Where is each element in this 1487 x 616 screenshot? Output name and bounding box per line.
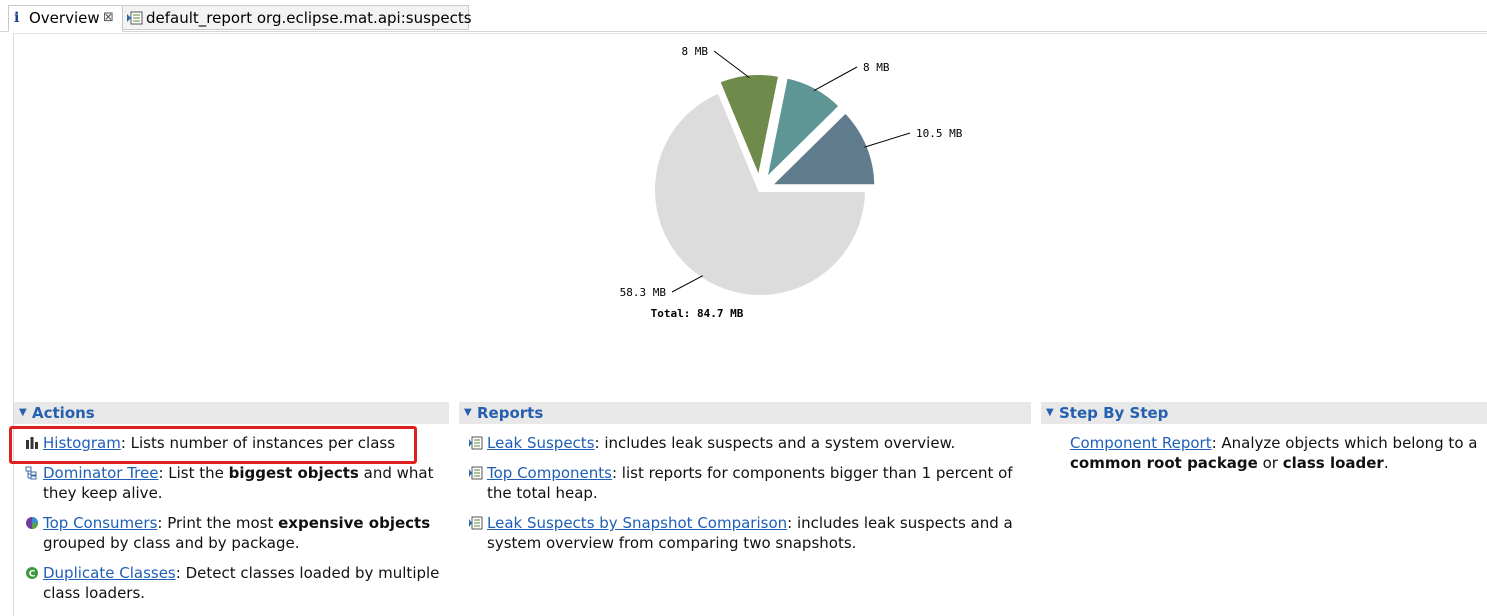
duplicate-classes-link[interactable]: Duplicate Classes <box>43 564 176 582</box>
actions-section-header[interactable]: ▼ Actions <box>14 402 449 424</box>
leak-suspects-link[interactable]: Leak Suspects <box>487 434 595 452</box>
report-icon <box>469 516 483 530</box>
pie-leader-line <box>864 132 911 148</box>
reports-section-header[interactable]: ▼ Reports <box>459 402 1031 424</box>
stepbystep-title: Step By Step <box>1059 404 1169 422</box>
actions-title: Actions <box>32 404 95 422</box>
component-report-link[interactable]: Component Report <box>1070 434 1212 452</box>
top-components-link[interactable]: Top Components <box>487 464 612 482</box>
chevron-down-icon: ▼ <box>1046 407 1054 418</box>
histogram-link[interactable]: Histogram <box>43 434 121 452</box>
component-report-mid: or <box>1257 454 1283 472</box>
pie-leader-line <box>671 275 704 293</box>
report-icon <box>469 436 483 450</box>
heap-pie-chart: 58.3 MB 8 MB 8 MB 10.5 MB Total: 84.7 MB <box>620 45 963 320</box>
dominator-bold: biggest objects <box>228 464 359 482</box>
report-icon <box>469 466 483 480</box>
chevron-down-icon: ▼ <box>464 407 472 418</box>
dominator-desc-end: and what <box>358 464 434 482</box>
pie-leader-line <box>813 66 858 92</box>
stepbystep-section-header[interactable]: ▼ Step By Step <box>1041 402 1487 424</box>
pie-leader-line <box>713 50 750 78</box>
top-components-desc-line2: the total heap. <box>487 484 598 502</box>
component-report-bold2: class loader <box>1282 454 1384 472</box>
pie-slice-label: 8 MB <box>682 45 709 58</box>
comparison-desc-line2: system overview from comparing two snaps… <box>487 534 857 552</box>
leak-suspects-comparison-link[interactable]: Leak Suspects by Snapshot Comparison <box>487 514 787 532</box>
svg-text:C: C <box>29 570 36 580</box>
pie-slice-label: 58.3 MB <box>620 286 667 299</box>
dominator-tree-link[interactable]: Dominator Tree <box>43 464 158 482</box>
chevron-down-icon: ▼ <box>19 407 27 418</box>
histogram-icon <box>26 437 38 449</box>
dominator-desc: : List the <box>158 464 229 482</box>
duplicate-classes-icon: C <box>26 567 38 580</box>
dominator-desc-line2: they keep alive. <box>43 484 163 502</box>
histogram-desc: : Lists number of instances per class <box>120 434 396 452</box>
top-consumers-bold: expensive objects <box>278 514 431 532</box>
reports-title: Reports <box>477 404 544 422</box>
pie-slice-label: 8 MB <box>863 61 890 74</box>
component-report-desc: : Analyze objects which belong to a <box>1211 434 1478 452</box>
duplicate-classes-desc-line2: class loaders. <box>43 584 146 602</box>
component-report-bold1: common root package <box>1070 454 1258 472</box>
top-consumers-link[interactable]: Top Consumers <box>43 514 157 532</box>
comparison-desc: : includes leak suspects and a <box>787 514 1013 532</box>
top-consumers-desc-line2: grouped by class and by package. <box>43 534 300 552</box>
top-components-desc: : list reports for components bigger tha… <box>611 464 1013 482</box>
pie-slice-label: 10.5 MB <box>916 127 963 140</box>
duplicate-classes-desc: : Detect classes loaded by multiple <box>175 564 440 582</box>
component-report-end: . <box>1383 454 1389 472</box>
dominator-tree-icon <box>25 466 37 480</box>
pie-total-label: Total: 84.7 MB <box>651 307 744 320</box>
top-consumers-icon <box>26 517 38 529</box>
leak-suspects-desc: : includes leak suspects and a system ov… <box>594 434 956 452</box>
top-consumers-desc: : Print the most <box>157 514 279 532</box>
